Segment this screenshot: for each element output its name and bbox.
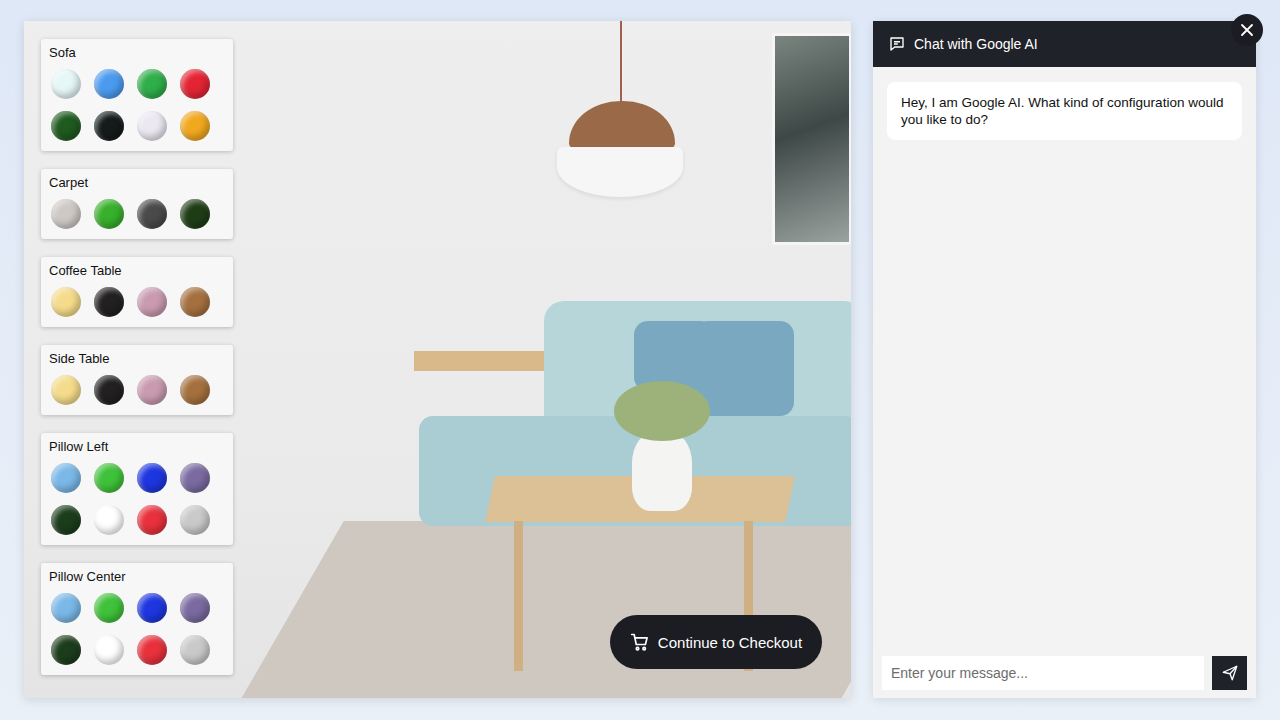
color-swatch[interactable] — [180, 199, 210, 229]
chat-input-row — [873, 656, 1256, 698]
option-panel: Carpet — [41, 169, 233, 239]
panel-label: Pillow Left — [49, 439, 225, 455]
color-swatch[interactable] — [94, 69, 124, 99]
lamp-cord — [620, 21, 622, 101]
swatch-grid — [49, 593, 225, 665]
color-swatch[interactable] — [180, 593, 210, 623]
color-swatch[interactable] — [94, 505, 124, 535]
color-swatch[interactable] — [51, 463, 81, 493]
lamp-shade — [557, 147, 683, 197]
color-swatch[interactable] — [51, 375, 81, 405]
option-sidebar: Sofa Carpet Coffee Table Side Table Pillow L… — [24, 21, 233, 675]
close-icon — [1240, 23, 1254, 37]
side-table — [414, 351, 544, 371]
color-swatch[interactable] — [180, 111, 210, 141]
swatch-grid — [49, 287, 225, 317]
chat-message: Hey, I am Google AI. What kind of config… — [887, 82, 1242, 140]
configurator: Sofa Carpet Coffee Table Side Table Pillow L… — [24, 21, 851, 698]
swatch-grid — [49, 69, 225, 141]
color-swatch[interactable] — [94, 375, 124, 405]
message-input[interactable] — [882, 656, 1204, 690]
panel-label: Carpet — [49, 175, 225, 191]
lamp-shade-top — [569, 101, 675, 149]
option-panel: Pillow Left — [41, 433, 233, 545]
color-swatch[interactable] — [137, 111, 167, 141]
vase — [632, 431, 692, 511]
color-swatch[interactable] — [180, 287, 210, 317]
table-leg — [514, 521, 523, 671]
color-swatch[interactable] — [51, 199, 81, 229]
color-swatch[interactable] — [180, 463, 210, 493]
color-swatch[interactable] — [94, 111, 124, 141]
color-swatch[interactable] — [137, 593, 167, 623]
option-panel: Pillow Center — [41, 563, 233, 675]
panel-label: Sofa — [49, 45, 225, 61]
color-swatch[interactable] — [180, 635, 210, 665]
color-swatch[interactable] — [137, 463, 167, 493]
option-panel: Side Table — [41, 345, 233, 415]
chat-panel: Chat with Google AI Hey, I am Google AI. … — [873, 21, 1256, 698]
swatch-grid — [49, 375, 225, 405]
color-swatch[interactable] — [51, 505, 81, 535]
color-swatch[interactable] — [137, 287, 167, 317]
rug — [228, 521, 851, 698]
panel-label: Pillow Center — [49, 569, 225, 585]
chat-header: Chat with Google AI — [873, 21, 1256, 67]
close-button[interactable] — [1231, 14, 1263, 46]
painting — [772, 33, 851, 245]
color-swatch[interactable] — [94, 199, 124, 229]
page: Sofa Carpet Coffee Table Side Table Pillow L… — [0, 0, 1280, 720]
color-swatch[interactable] — [180, 375, 210, 405]
color-swatch[interactable] — [51, 69, 81, 99]
panel-label: Coffee Table — [49, 263, 225, 279]
color-swatch[interactable] — [51, 287, 81, 317]
cart-icon — [630, 632, 650, 652]
color-swatch[interactable] — [94, 593, 124, 623]
color-swatch[interactable] — [51, 635, 81, 665]
send-icon — [1221, 664, 1239, 682]
pillow — [694, 321, 794, 416]
checkout-label: Continue to Checkout — [658, 634, 802, 651]
chat-title: Chat with Google AI — [914, 36, 1038, 52]
chat-messages: Hey, I am Google AI. What kind of config… — [873, 67, 1256, 656]
chat-icon — [888, 35, 906, 53]
color-swatch[interactable] — [180, 69, 210, 99]
color-swatch[interactable] — [94, 463, 124, 493]
swatch-grid — [49, 463, 225, 535]
option-panel: Sofa — [41, 39, 233, 151]
plant — [614, 381, 710, 441]
color-swatch[interactable] — [137, 199, 167, 229]
send-button[interactable] — [1212, 656, 1247, 690]
swatch-grid — [49, 199, 225, 229]
checkout-button[interactable]: Continue to Checkout — [610, 615, 822, 669]
color-swatch[interactable] — [51, 593, 81, 623]
color-swatch[interactable] — [137, 635, 167, 665]
color-swatch[interactable] — [137, 69, 167, 99]
color-swatch[interactable] — [137, 505, 167, 535]
panel-label: Side Table — [49, 351, 225, 367]
color-swatch[interactable] — [94, 635, 124, 665]
color-swatch[interactable] — [51, 111, 81, 141]
color-swatch[interactable] — [137, 375, 167, 405]
option-panel: Coffee Table — [41, 257, 233, 327]
color-swatch[interactable] — [180, 505, 210, 535]
color-swatch[interactable] — [94, 287, 124, 317]
